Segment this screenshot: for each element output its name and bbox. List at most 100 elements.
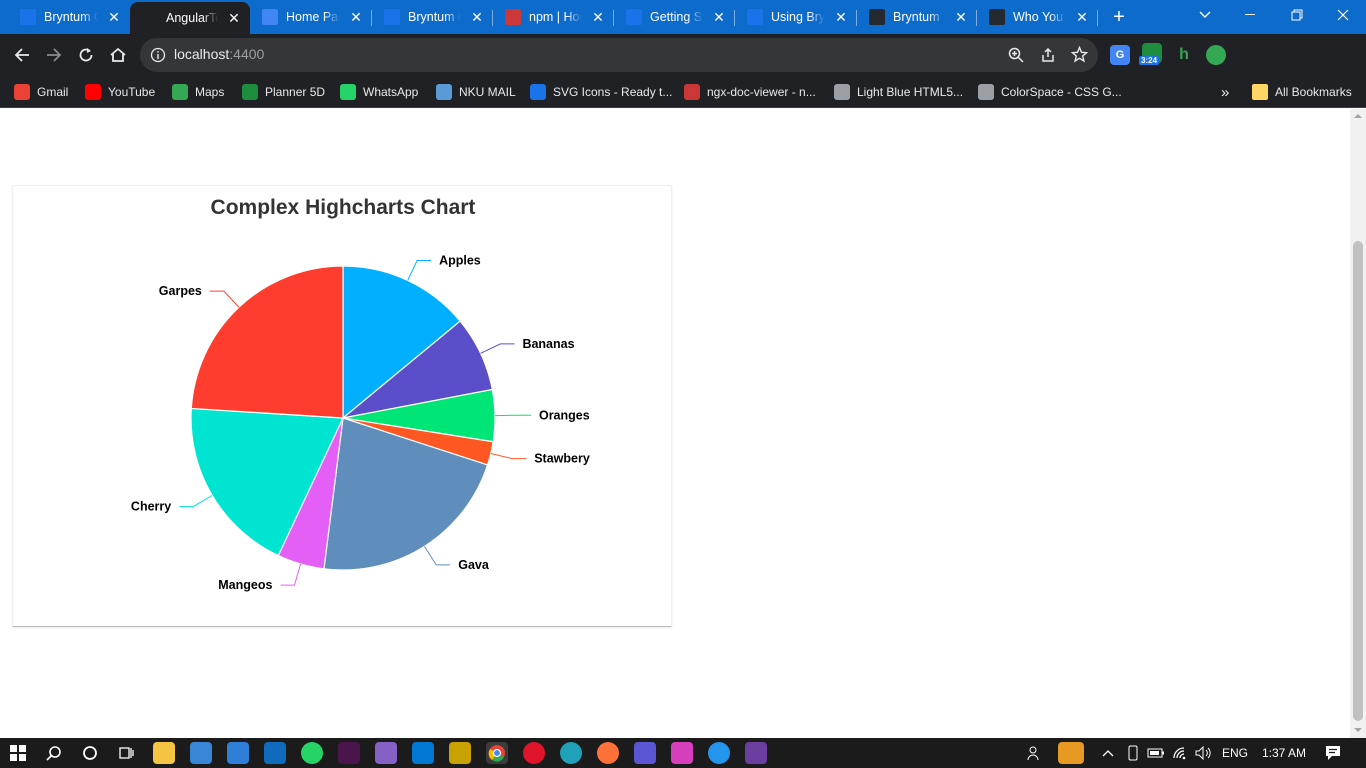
volume-icon[interactable] [1193,742,1215,764]
all-bookmarks-button[interactable]: All Bookmarks [1252,82,1352,102]
taskbar-visual-studio-icon[interactable] [375,742,397,764]
url-text: localhost:4400 [174,46,264,62]
bookmark-item[interactable]: Maps [172,82,224,102]
taskbar-store-icon[interactable] [190,742,212,764]
close-window-button[interactable] [1320,0,1366,30]
taskbar-vscode-icon[interactable] [412,742,434,764]
connector-stawbery [490,452,527,460]
page-scrollbar[interactable] [1350,109,1366,738]
data-label-stawbery: Stawbery [534,452,590,466]
taskbar-mail-icon[interactable] [227,742,249,764]
browser-tab[interactable]: AngularTest ✕ [130,2,250,34]
connector-mangeos [280,563,302,586]
h-extension-icon[interactable]: h [1174,45,1194,65]
clock-extension-icon[interactable] [1206,45,1226,65]
zoom-icon[interactable] [1008,47,1024,63]
bookmark-item[interactable]: Light Blue HTML5... [834,82,963,102]
browser-tab[interactable]: Bryntum Grid ✕ [8,2,130,32]
taskbar-app-icon[interactable] [671,742,693,764]
taskbar-outlook-icon[interactable] [264,742,286,764]
clock[interactable]: 1:37 AM [1262,746,1306,760]
taskbar-chrome-icon[interactable] [486,742,508,764]
taskbar-opera-icon[interactable] [523,742,545,764]
close-icon [1337,9,1349,21]
tab-search-button[interactable] [1182,0,1228,30]
taskbar-slack-icon[interactable] [338,742,360,764]
tab-close-icon[interactable]: ✕ [953,9,969,25]
url-host: localhost [174,46,230,62]
connector-gava [424,546,451,566]
folder-icon [1252,84,1268,100]
bookmark-label: SVG Icons - Ready t... [553,85,673,99]
start-button[interactable] [7,742,29,764]
back-button[interactable] [8,41,36,69]
data-label-apples: Apples [439,254,481,268]
info-icon [150,47,166,63]
browser-tab[interactable]: npm | Home ✕ [493,2,614,32]
search-button[interactable] [43,742,65,764]
globe-icon [978,84,994,100]
bookmark-item[interactable]: ngx-doc-viewer - n... [684,82,816,102]
bookmark-item[interactable]: Gmail [14,82,68,102]
scroll-thumb[interactable] [1353,241,1363,721]
bookmark-label: ColorSpace - CSS G... [1001,85,1122,99]
tab-close-icon[interactable]: ✕ [348,9,364,25]
translate-extension-icon[interactable]: G [1110,45,1130,65]
bookmark-item[interactable]: ColorSpace - CSS G... [978,82,1122,102]
scroll-down-arrow-icon[interactable] [1354,727,1362,733]
tab-close-icon[interactable]: ✕ [469,9,485,25]
battery-icon[interactable] [1145,742,1167,764]
tab-close-icon[interactable]: ✕ [1074,9,1090,25]
minimize-button[interactable] [1228,0,1274,30]
bookmark-label: Light Blue HTML5... [857,85,964,99]
bookmark-item[interactable]: WhatsApp [340,82,418,102]
bookmark-item[interactable]: YouTube [85,82,155,102]
forward-button[interactable] [40,41,68,69]
pie-slice-garpes[interactable] [190,265,344,419]
planner5d-icon [242,84,258,100]
home-button[interactable] [104,41,132,69]
scroll-up-arrow-icon[interactable] [1354,113,1362,119]
taskbar-docker-icon[interactable] [708,742,730,764]
taskbar-media-icon[interactable] [634,742,656,764]
taskbar-file-explorer-icon[interactable] [153,742,175,764]
taskbar-whatsapp-icon[interactable] [301,742,323,764]
npm-icon [505,9,521,25]
new-tab-button[interactable]: + [1106,0,1132,34]
taskbar-edge-icon[interactable] [560,742,582,764]
browser-tab[interactable]: Home Page ✕ [250,2,372,32]
taskbar-terminal-icon[interactable] [745,742,767,764]
tab-close-icon[interactable]: ✕ [833,9,849,25]
browser-tab[interactable]: Bryntum ✕ [857,2,977,32]
browser-tab[interactable]: Using Bryntum ✕ [735,2,857,32]
address-bar[interactable]: localhost:4400 [140,38,1098,72]
language-indicator[interactable]: ENG [1222,746,1248,760]
bookmarks-overflow-button[interactable]: » [1221,82,1229,102]
star-icon[interactable] [1071,46,1088,63]
task-view-button[interactable] [115,742,137,764]
tab-close-icon[interactable]: ✕ [590,9,606,25]
wifi-icon[interactable] [1170,742,1192,764]
phone-link-icon[interactable] [1122,742,1144,764]
people-icon[interactable] [1023,742,1045,764]
bookmark-item[interactable]: SVG Icons - Ready t... [530,82,672,102]
tab-close-icon[interactable]: ✕ [106,9,122,25]
taskbar-sticky-icon[interactable] [449,742,471,764]
tab-close-icon[interactable]: ✕ [226,10,242,26]
reload-button[interactable] [72,41,100,69]
globe-icon [530,84,546,100]
restore-button[interactable] [1274,0,1320,30]
browser-tab[interactable]: Getting Started ✕ [614,2,735,32]
browser-tab[interactable]: Who You ✕ [977,2,1098,32]
calendar-extension-icon[interactable]: 3:24 [1139,43,1162,65]
cortana-button[interactable] [79,742,101,764]
tab-close-icon[interactable]: ✕ [711,9,727,25]
share-icon[interactable] [1040,47,1056,63]
notification-center-button[interactable] [1322,742,1344,764]
weather-icon[interactable] [1058,742,1084,764]
browser-tab[interactable]: Bryntum Grid ✕ [372,2,493,32]
bookmark-item[interactable]: NKU MAIL [436,82,516,102]
taskbar-firefox-icon[interactable] [597,742,619,764]
bookmark-item[interactable]: Planner 5D [242,82,325,102]
system-tray-chevron-icon[interactable] [1097,742,1119,764]
